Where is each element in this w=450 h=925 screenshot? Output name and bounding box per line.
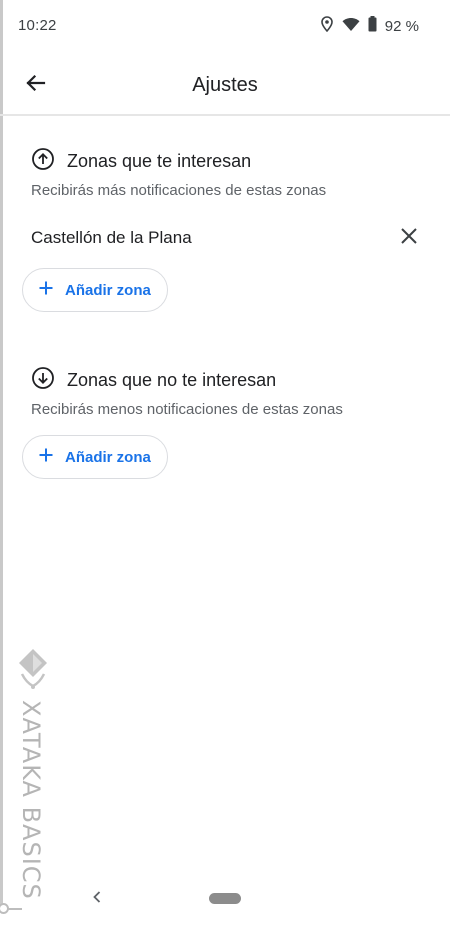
arrow-down-circle-icon [31,366,55,395]
xataka-logo-icon [18,648,48,695]
close-icon [400,227,418,250]
zone-name: Castellón de la Plana [31,228,192,247]
wifi-icon [342,17,360,37]
arrow-up-circle-icon [31,147,55,176]
add-interested-zone-button[interactable]: Añadir zona [22,268,168,312]
app-bar: Ajustes [0,52,450,116]
watermark-text: XATAKA BASICS [17,700,45,900]
not-interested-zones-title: Zonas que no te interesan [67,370,277,390]
plus-icon [39,448,53,467]
add-not-interested-zone-button[interactable]: Añadir zona [22,435,168,479]
not-interested-zones-subtitle: Recibirás menos notificaciones de estas … [31,401,343,418]
xataka-basics-watermark: XATAKA BASICS [14,648,50,900]
nav-home-pill[interactable] [209,893,241,904]
plus-icon [39,281,53,300]
battery-icon [368,16,377,37]
status-bar: 10:22 92 % [0,0,450,52]
battery-percent: 92 % [384,18,419,35]
not-interested-zones-header: Zonas que no te interesan [31,366,276,395]
interested-zones-subtitle: Recibirás más notificaciones de estas zo… [31,182,327,199]
interested-zones-title: Zonas que te interesan [67,151,252,171]
zone-list-item: Castellón de la Plana [31,222,421,254]
page-title: Ajustes [192,74,258,96]
status-icons: 92 % [320,16,419,37]
location-icon [320,16,334,37]
status-time: 10:22 [18,17,57,34]
interested-zones-header: Zonas que te interesan [31,147,251,176]
add-zone-label: Añadir zona [65,281,151,299]
system-nav-bar [0,880,450,920]
left-decorative-rail [0,0,3,905]
nav-back-icon[interactable] [90,888,104,911]
add-zone-label: Añadir zona [65,448,151,466]
remove-zone-button[interactable] [397,226,421,250]
